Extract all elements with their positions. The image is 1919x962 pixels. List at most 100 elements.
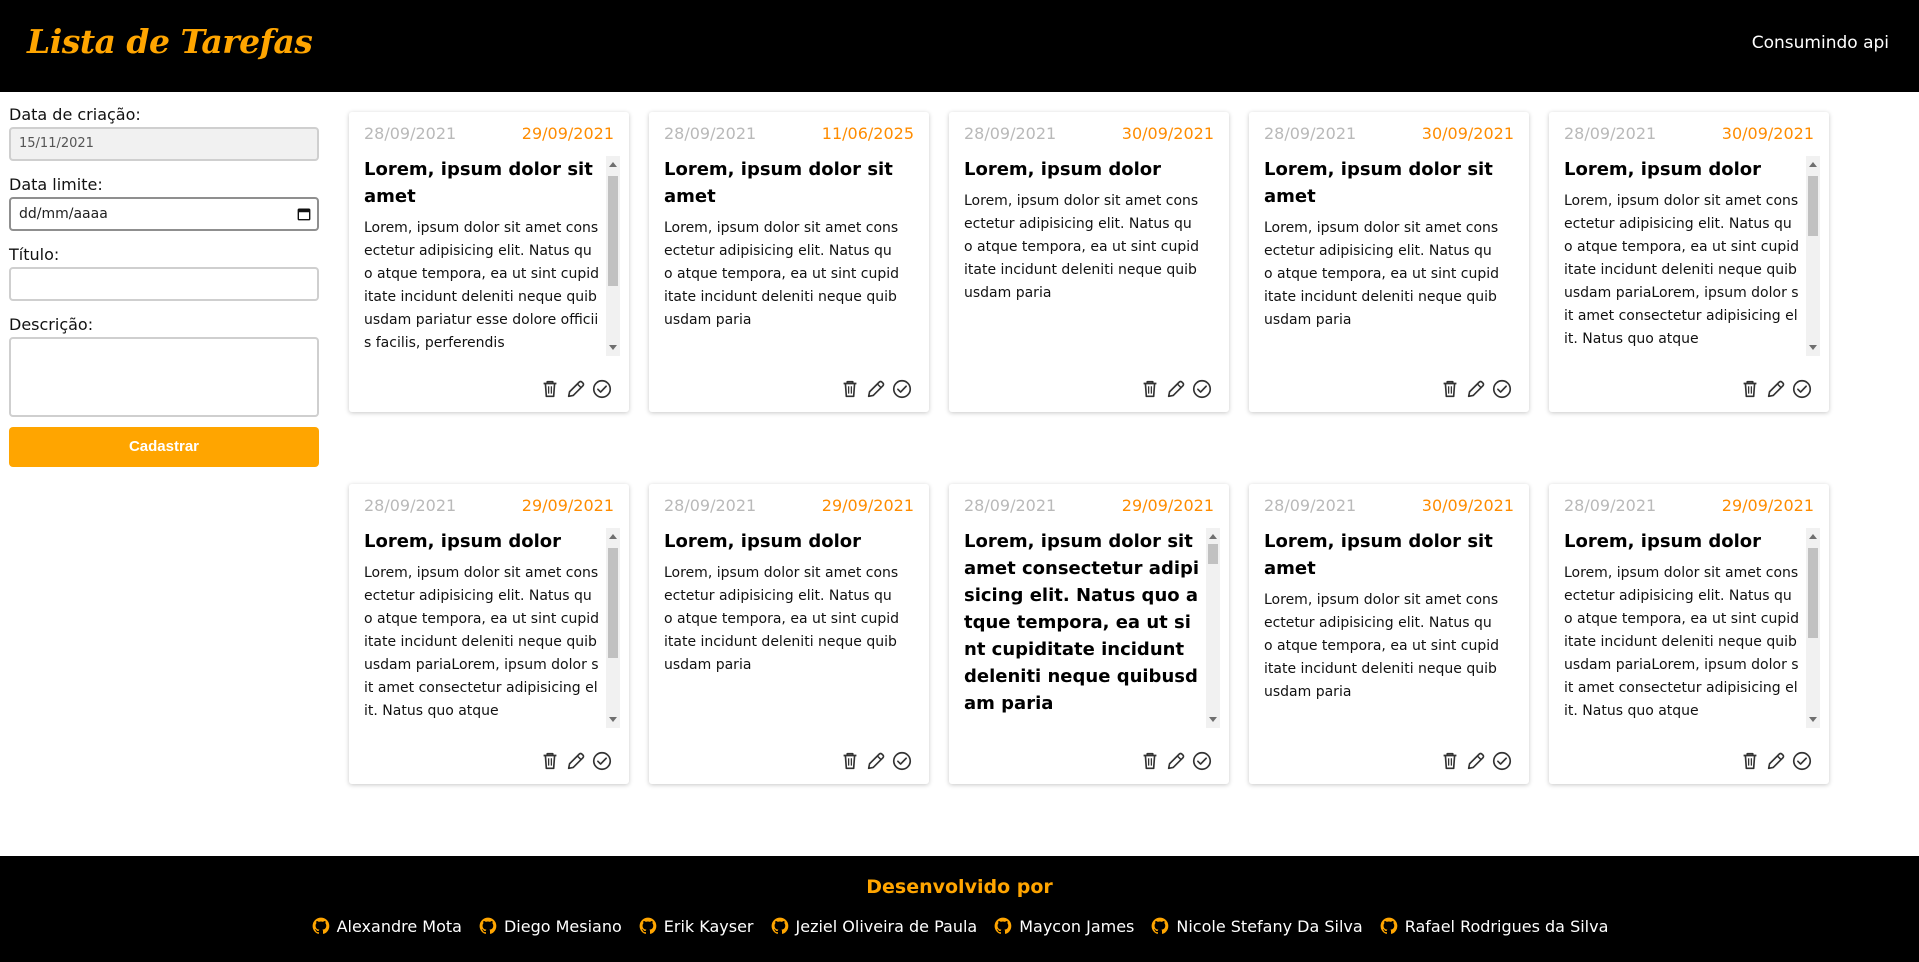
calendar-icon[interactable]: [297, 207, 311, 221]
footer-heading: Desenvolvido por: [866, 876, 1053, 898]
check-circle-icon[interactable]: [1491, 378, 1513, 400]
pencil-icon[interactable]: [565, 750, 587, 772]
scrollbar-thumb[interactable]: [1808, 176, 1818, 236]
consumindo-api-link[interactable]: Consumindo api: [1752, 33, 1889, 53]
card-actions: [1439, 378, 1513, 400]
scroll-down-arrow-icon[interactable]: [1809, 345, 1817, 350]
developer-name: Alexandre Mota: [336, 916, 462, 936]
card-actions: [839, 378, 913, 400]
card-scrollbar[interactable]: [1806, 528, 1820, 728]
check-circle-icon[interactable]: [1191, 378, 1213, 400]
task-card: 28/09/2021 30/09/2021 Lorem, ipsum dolor Lo…: [1549, 112, 1829, 412]
trash-icon[interactable]: [539, 378, 561, 400]
card-actions: [1139, 378, 1213, 400]
pencil-icon[interactable]: [1465, 750, 1487, 772]
created-date-field[interactable]: 15/11/2021: [9, 127, 319, 161]
pencil-icon[interactable]: [865, 378, 887, 400]
trash-icon[interactable]: [1439, 750, 1461, 772]
card-scrollbar[interactable]: [1806, 156, 1820, 356]
scrollbar-thumb[interactable]: [608, 176, 618, 286]
scrollbar-thumb[interactable]: [1808, 548, 1818, 638]
scroll-down-arrow-icon[interactable]: [609, 717, 617, 722]
pencil-icon[interactable]: [565, 378, 587, 400]
trash-icon[interactable]: [1439, 378, 1461, 400]
card-content[interactable]: Lorem, ipsum dolor Lorem, ipsum dolor sit…: [1564, 528, 1820, 728]
check-circle-icon[interactable]: [891, 378, 913, 400]
card-title: Lorem, ipsum dolor sit amet consectetur …: [964, 531, 1200, 714]
scroll-up-arrow-icon[interactable]: [609, 162, 617, 167]
pencil-icon[interactable]: [1465, 378, 1487, 400]
developer-link[interactable]: Erik Kayser: [638, 916, 754, 936]
check-circle-icon[interactable]: [591, 378, 613, 400]
submit-button[interactable]: Cadastrar: [9, 427, 319, 467]
developer-name: Maycon James: [1019, 916, 1135, 936]
card-title: Lorem, ipsum dolor: [664, 531, 862, 552]
task-card: 28/09/2021 30/09/2021 Lorem, ipsum dolor s…: [1249, 112, 1529, 412]
task-card: 28/09/2021 29/09/2021 Lorem, ipsum dolor s…: [949, 484, 1229, 784]
check-circle-icon[interactable]: [1791, 378, 1813, 400]
scroll-up-arrow-icon[interactable]: [1809, 534, 1817, 539]
trash-icon[interactable]: [1739, 750, 1761, 772]
pencil-icon[interactable]: [1165, 750, 1187, 772]
check-circle-icon[interactable]: [1791, 750, 1813, 772]
card-content[interactable]: Lorem, ipsum dolor Lorem, ipsum dolor sit…: [1564, 156, 1820, 356]
check-circle-icon[interactable]: [591, 750, 613, 772]
card-description: Lorem, ipsum dolor sit amet consectetur …: [1564, 193, 1800, 347]
card-scrollbar[interactable]: [1206, 528, 1220, 728]
card-description: Lorem, ipsum dolor sit amet consectetur …: [1264, 220, 1500, 328]
scrollbar-thumb[interactable]: [608, 548, 618, 658]
check-circle-icon[interactable]: [891, 750, 913, 772]
pencil-icon[interactable]: [1765, 378, 1787, 400]
developer-link[interactable]: Alexandre Mota: [311, 916, 462, 936]
trash-icon[interactable]: [539, 750, 561, 772]
developer-link[interactable]: Rafael Rodrigues da Silva: [1379, 916, 1609, 936]
scroll-down-arrow-icon[interactable]: [1209, 717, 1217, 722]
card-content[interactable]: Lorem, ipsum dolor sit amet Lorem, ipsum …: [364, 156, 620, 356]
card-title: Lorem, ipsum dolor: [364, 531, 562, 552]
card-scrollbar[interactable]: [606, 156, 620, 356]
card-content[interactable]: Lorem, ipsum dolor sit amet consectetur …: [964, 528, 1220, 728]
created-date: 28/09/2021: [664, 496, 757, 515]
github-icon: [1379, 916, 1399, 936]
task-form: Data de criação: 15/11/2021 Data limite:…: [9, 103, 319, 467]
card-content: Lorem, ipsum dolor sit amet Lorem, ipsum …: [1264, 156, 1520, 356]
card-content: Lorem, ipsum dolor Lorem, ipsum dolor sit…: [664, 528, 920, 728]
scroll-up-arrow-icon[interactable]: [1209, 534, 1217, 539]
card-actions: [1439, 750, 1513, 772]
check-circle-icon[interactable]: [1191, 750, 1213, 772]
developer-link[interactable]: Diego Mesiano: [478, 916, 622, 936]
developer-link[interactable]: Jeziel Oliveira de Paula: [770, 916, 977, 936]
app-title: Lista de Tarefas: [27, 22, 313, 61]
scrollbar-thumb[interactable]: [1208, 544, 1218, 564]
trash-icon[interactable]: [1739, 378, 1761, 400]
deadline-date-field[interactable]: dd/mm/aaaa: [9, 197, 319, 231]
deadline-date: 30/09/2021: [1421, 124, 1514, 143]
pencil-icon[interactable]: [1165, 378, 1187, 400]
header-bar: Lista de Tarefas Consumindo api: [0, 0, 1919, 92]
developer-name: Rafael Rodrigues da Silva: [1404, 916, 1609, 936]
trash-icon[interactable]: [839, 750, 861, 772]
scroll-down-arrow-icon[interactable]: [609, 345, 617, 350]
developer-link[interactable]: Nicole Stefany Da Silva: [1150, 916, 1363, 936]
card-scrollbar[interactable]: [606, 528, 620, 728]
scroll-down-arrow-icon[interactable]: [1809, 717, 1817, 722]
pencil-icon[interactable]: [865, 750, 887, 772]
task-card: 28/09/2021 30/09/2021 Lorem, ipsum dolor Lo…: [949, 112, 1229, 412]
scroll-up-arrow-icon[interactable]: [609, 534, 617, 539]
check-circle-icon[interactable]: [1491, 750, 1513, 772]
card-title: Lorem, ipsum dolor sit amet: [1264, 531, 1493, 579]
developer-link[interactable]: Maycon James: [993, 916, 1134, 936]
card-actions: [539, 750, 613, 772]
trash-icon[interactable]: [1139, 750, 1161, 772]
card-title: Lorem, ipsum dolor: [1564, 159, 1762, 180]
pencil-icon[interactable]: [1765, 750, 1787, 772]
title-input[interactable]: [9, 267, 319, 301]
card-content[interactable]: Lorem, ipsum dolor Lorem, ipsum dolor sit…: [364, 528, 620, 728]
created-date: 28/09/2021: [664, 124, 757, 143]
description-textarea[interactable]: [9, 337, 319, 417]
scroll-up-arrow-icon[interactable]: [1809, 162, 1817, 167]
trash-icon[interactable]: [1139, 378, 1161, 400]
task-card: 28/09/2021 29/09/2021 Lorem, ipsum dolor Lo…: [1549, 484, 1829, 784]
card-description: Lorem, ipsum dolor sit amet consectetur …: [1564, 565, 1800, 719]
trash-icon[interactable]: [839, 378, 861, 400]
